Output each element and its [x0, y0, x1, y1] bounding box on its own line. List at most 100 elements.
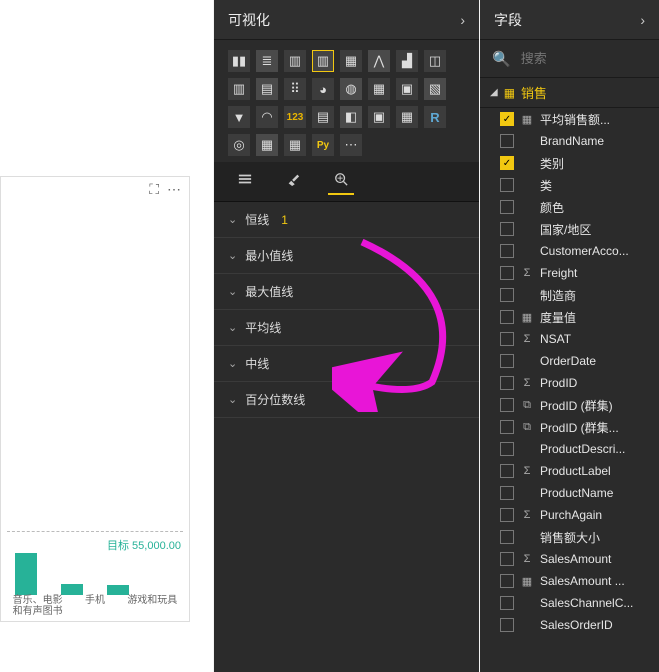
field-row[interactable]: OrderDate — [480, 350, 659, 372]
field-row[interactable]: ΣSalesAmount — [480, 548, 659, 570]
analytics-section-2[interactable]: ⌄最大值线 — [214, 274, 479, 310]
multicard-icon[interactable]: ▤ — [312, 106, 334, 128]
matrix2-icon[interactable]: ▦ — [284, 134, 306, 156]
fields-tab[interactable] — [232, 169, 258, 195]
field-label: 颜色 — [540, 199, 651, 216]
field-row[interactable]: ΣProductLabel — [480, 460, 659, 482]
collapse-vis-icon[interactable]: › — [460, 12, 465, 28]
analytics-tab[interactable] — [328, 169, 354, 195]
field-row[interactable]: SalesChannelC... — [480, 592, 659, 614]
treemap-icon[interactable]: ▦ — [368, 78, 390, 100]
field-checkbox[interactable] — [500, 178, 514, 192]
field-row[interactable]: ▦度量值 — [480, 306, 659, 328]
waterfall-icon[interactable]: ▤ — [256, 78, 278, 100]
stacked-bar-icon[interactable]: ▮▮ — [228, 50, 250, 72]
field-checkbox[interactable] — [500, 376, 514, 390]
table2-icon[interactable]: ▦ — [256, 134, 278, 156]
field-row[interactable]: 颜色 — [480, 196, 659, 218]
kpi-icon[interactable]: ◧ — [340, 106, 362, 128]
field-row[interactable]: ▦SalesAmount ... — [480, 570, 659, 592]
card-icon[interactable]: 123 — [284, 106, 306, 128]
clustered-column-icon[interactable]: ▦ — [340, 50, 362, 72]
section-label: 中线 — [245, 355, 269, 372]
analytics-section-0[interactable]: ⌄恒线1 — [214, 202, 479, 238]
analytics-section-3[interactable]: ⌄平均线 — [214, 310, 479, 346]
field-row[interactable]: ⧉ProdID (群集... — [480, 416, 659, 438]
table-header[interactable]: ◢ ▦ 销售 — [480, 78, 659, 108]
ribbon-icon[interactable]: ▥ — [228, 78, 250, 100]
field-row[interactable]: SalesOrderID — [480, 614, 659, 636]
field-row[interactable]: ProductName — [480, 482, 659, 504]
analytics-section-1[interactable]: ⌄最小值线 — [214, 238, 479, 274]
more-visuals-icon[interactable]: ⋯ — [340, 134, 362, 156]
section-label: 百分位数线 — [245, 391, 305, 408]
donut-icon[interactable]: ◍ — [340, 78, 362, 100]
field-checkbox[interactable] — [500, 464, 514, 478]
field-checkbox[interactable] — [500, 354, 514, 368]
field-row[interactable]: ⧉ProdID (群集) — [480, 394, 659, 416]
area-icon[interactable]: ▟ — [396, 50, 418, 72]
field-row[interactable]: ProductDescri... — [480, 438, 659, 460]
field-checkbox[interactable] — [500, 530, 514, 544]
slicer-icon[interactable]: ▣ — [368, 106, 390, 128]
field-checkbox[interactable] — [500, 420, 514, 434]
field-checkbox[interactable] — [500, 508, 514, 522]
field-checkbox[interactable]: ✓ — [500, 112, 514, 126]
section-label: 平均线 — [245, 319, 281, 336]
field-checkbox[interactable] — [500, 618, 514, 632]
field-row[interactable]: ΣPurchAgain — [480, 504, 659, 526]
python-icon[interactable]: Py — [312, 134, 334, 156]
format-tab[interactable] — [280, 169, 306, 195]
analytics-section-5[interactable]: ⌄百分位数线 — [214, 382, 479, 418]
field-checkbox[interactable] — [500, 442, 514, 456]
field-row[interactable]: ΣProdID — [480, 372, 659, 394]
field-checkbox[interactable] — [500, 266, 514, 280]
field-checkbox[interactable] — [500, 310, 514, 324]
field-row[interactable]: ✓▦平均销售额... — [480, 108, 659, 130]
field-checkbox[interactable] — [500, 332, 514, 346]
gauge-icon[interactable]: ◠ — [256, 106, 278, 128]
clustered-bar-icon[interactable]: ≣ — [256, 50, 278, 72]
field-checkbox[interactable] — [500, 244, 514, 258]
matrix-icon[interactable]: R — [424, 106, 446, 128]
line-icon[interactable]: ⋀ — [368, 50, 390, 72]
chevron-down-icon: ⌄ — [228, 285, 237, 298]
scatter-icon[interactable]: ⠿ — [284, 78, 306, 100]
field-checkbox[interactable] — [500, 486, 514, 500]
field-row[interactable]: 制造商 — [480, 284, 659, 306]
field-checkbox[interactable] — [500, 200, 514, 214]
column-icon[interactable]: ▥ — [284, 50, 306, 72]
field-row[interactable]: ΣNSAT — [480, 328, 659, 350]
fields-search-input[interactable] — [521, 51, 659, 66]
field-checkbox[interactable] — [500, 552, 514, 566]
field-checkbox[interactable] — [500, 222, 514, 236]
field-checkbox[interactable] — [500, 574, 514, 588]
table-icon[interactable]: ▦ — [396, 106, 418, 128]
field-checkbox[interactable] — [500, 134, 514, 148]
field-row[interactable]: 国家/地区 — [480, 218, 659, 240]
collapse-fields-icon[interactable]: › — [640, 12, 645, 28]
field-row[interactable]: 类 — [480, 174, 659, 196]
field-row[interactable]: BrandName — [480, 130, 659, 152]
field-label: 类 — [540, 177, 651, 194]
stacked-column-icon[interactable]: ▥ — [312, 50, 334, 72]
globe-icon[interactable]: ◎ — [228, 134, 250, 156]
fields-title: 字段 — [494, 10, 522, 30]
field-row[interactable]: 销售额大小 — [480, 526, 659, 548]
field-checkbox[interactable] — [500, 288, 514, 302]
map-icon[interactable]: ▣ — [396, 78, 418, 100]
section-label: 恒线 — [245, 211, 269, 228]
field-checkbox[interactable] — [500, 398, 514, 412]
field-row[interactable]: ✓类别 — [480, 152, 659, 174]
filled-map-icon[interactable]: ▧ — [424, 78, 446, 100]
field-checkbox[interactable]: ✓ — [500, 156, 514, 170]
field-row[interactable]: CustomerAcco... — [480, 240, 659, 262]
combo-icon[interactable]: ◫ — [424, 50, 446, 72]
funnel-icon[interactable]: ▼ — [228, 106, 250, 128]
field-row[interactable]: ΣFreight — [480, 262, 659, 284]
field-checkbox[interactable] — [500, 596, 514, 610]
focus-icon[interactable]: ⛶ — [149, 181, 159, 198]
more-icon[interactable]: ⋯ — [167, 181, 181, 198]
pie-icon[interactable]: ◕ — [312, 78, 334, 100]
analytics-section-4[interactable]: ⌄中线 — [214, 346, 479, 382]
